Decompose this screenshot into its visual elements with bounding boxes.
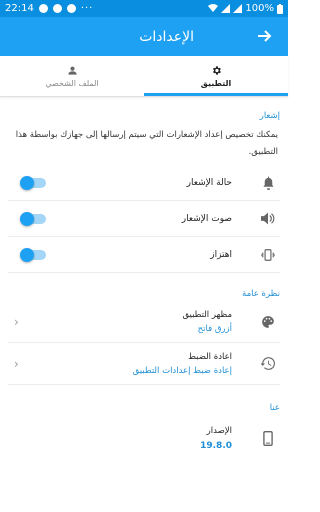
vibration-toggle[interactable] — [20, 247, 46, 262]
notification-icon — [38, 4, 48, 13]
about-section-header: عنا — [269, 403, 280, 413]
tab-app-label: التطبيق — [200, 78, 232, 88]
app-theme-value: أزرق فاتح — [197, 323, 232, 334]
battery-level: 100% — [245, 3, 274, 14]
overview-section-header: نظرة عامة — [242, 289, 280, 299]
reset-row[interactable]: اعادة الضبط إعادة ضبط إعدادات التطبيق ‹ — [8, 343, 280, 385]
chevron-left-icon: ‹ — [14, 356, 19, 371]
phone-icon — [263, 430, 273, 446]
person-icon — [67, 66, 77, 75]
tab-app[interactable]: التطبيق — [144, 56, 288, 96]
signal-icon — [221, 4, 231, 13]
back-button[interactable] — [254, 26, 276, 47]
wifi-icon — [208, 4, 219, 12]
vibration-label: اهتزاز — [210, 249, 232, 260]
notification-sound-row: صوت الإشعار — [8, 201, 280, 237]
status-bar: 22:14 ··· 100% — [0, 0, 288, 17]
page-title: الإعدادات — [139, 28, 194, 45]
notification-description: يمكنك تخصيص إعداد الإشعارات التي سيتم إر… — [15, 130, 278, 157]
notification-sound-label: صوت الإشعار — [181, 213, 232, 224]
arrow-right-icon — [258, 30, 272, 42]
bell-icon — [263, 176, 273, 190]
notification-icon — [66, 4, 76, 13]
notification-status-toggle[interactable] — [20, 175, 46, 190]
version-row: الإصدار 19.8.0 — [8, 413, 280, 463]
more-notifications-icon: ··· — [80, 3, 94, 14]
speaker-icon — [261, 212, 275, 225]
version-value: 19.8.0 — [200, 440, 232, 451]
app-theme-row[interactable]: مظهر التطبيق أزرق فاتح ‹ — [8, 301, 280, 343]
tab-bar: التطبيق الملف الشخصي — [0, 56, 288, 97]
reset-value: إعادة ضبط إعدادات التطبيق — [132, 365, 232, 376]
reset-label: اعادة الضبط — [188, 351, 232, 362]
battery-icon — [277, 3, 283, 14]
notification-status-label: حالة الإشعار — [186, 177, 232, 188]
vibration-row: اهتزاز — [8, 237, 280, 273]
palette-icon — [262, 315, 274, 328]
notification-sound-toggle[interactable] — [20, 211, 46, 226]
gear-icon — [212, 65, 221, 75]
app-bar: الإعدادات — [0, 17, 288, 56]
vibrate-icon — [261, 248, 275, 261]
tab-profile[interactable]: الملف الشخصي — [0, 56, 144, 96]
chevron-left-icon: ‹ — [14, 314, 19, 329]
version-label: الإصدار — [206, 425, 232, 436]
status-time: 22:14 — [5, 3, 34, 14]
history-icon — [261, 357, 275, 370]
app-theme-label: مظهر التطبيق — [182, 309, 232, 320]
signal-icon — [233, 4, 243, 13]
notification-section-header: إشعار — [259, 111, 280, 121]
tab-profile-label: الملف الشخصي — [45, 78, 99, 88]
notification-status-row: حالة الإشعار — [8, 165, 280, 201]
notification-icon — [52, 4, 62, 13]
